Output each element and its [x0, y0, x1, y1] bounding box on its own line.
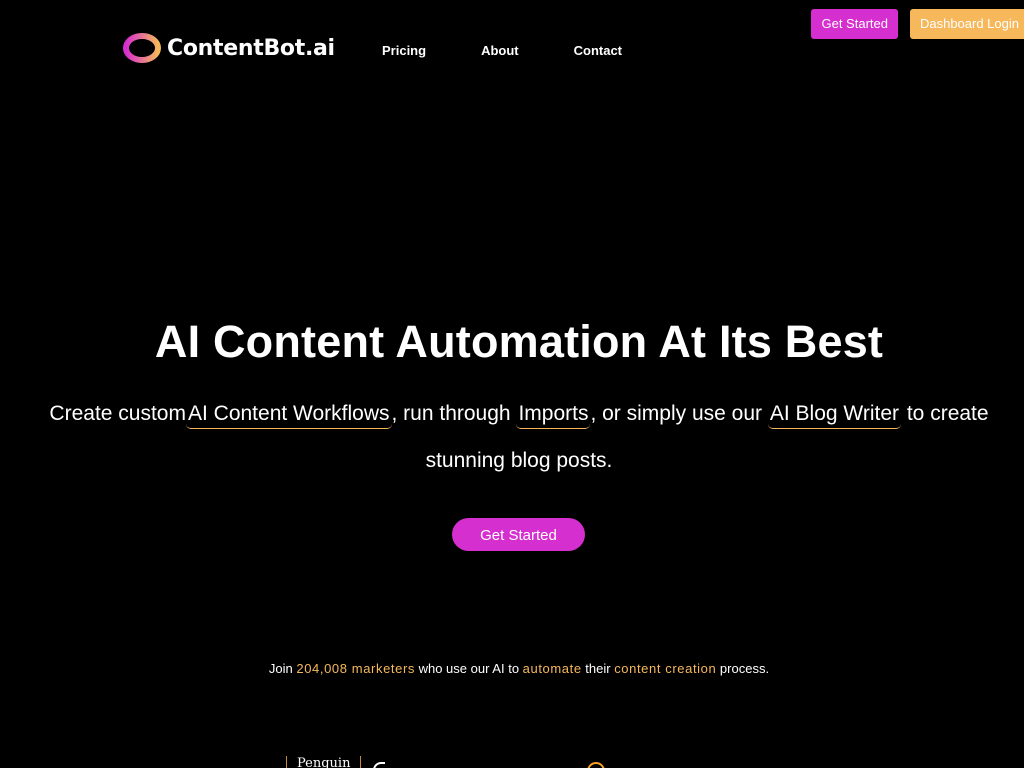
social-proof-text-1: Join [268, 661, 297, 676]
hero-get-started-button[interactable]: Get Started [452, 518, 585, 551]
landing-page: ContentBot.ai Pricing About Contact Get … [0, 0, 1024, 768]
dashboard-login-button[interactable]: Dashboard Login [909, 9, 1024, 39]
hero-subtitle-text-2: , run through [391, 402, 517, 425]
link-ai-blog-writer[interactable]: AI Blog Writer [767, 401, 902, 429]
penguin-logo: Penguin [286, 756, 362, 768]
client-logos: Penguin [0, 752, 1024, 768]
highlight-automate: automate [522, 661, 582, 676]
hero-subtitle-text-3: , or simply use our [590, 402, 768, 425]
client-logo-ring-icon [587, 762, 605, 768]
header-get-started-button[interactable]: Get Started [811, 9, 898, 39]
social-proof-text-4: process. [716, 661, 770, 676]
hero-title: AI Content Automation At Its Best [154, 316, 884, 367]
link-ai-content-workflows[interactable]: AI Content Workflows [185, 401, 392, 429]
social-proof-text-3: their [581, 661, 615, 676]
nav-link-about[interactable]: About [481, 43, 519, 59]
link-imports[interactable]: Imports [516, 401, 591, 429]
client-logo-swoosh-icon [373, 762, 385, 768]
social-proof-text-2: who use our AI to [414, 661, 523, 676]
nav-link-pricing[interactable]: Pricing [382, 43, 426, 59]
nav-link-contact[interactable]: Contact [574, 43, 622, 59]
marketer-count: 204,008 marketers [296, 661, 415, 676]
main-nav: Pricing About Contact [382, 43, 622, 59]
hero-subtitle: Create customAI Content Workflows, run t… [40, 390, 998, 484]
header-actions: Get Started Dashboard Login [811, 9, 1024, 39]
brand-ring-icon [123, 33, 161, 63]
brand-logo[interactable]: ContentBot.ai [122, 32, 335, 64]
brand-name: ContentBot.ai [167, 35, 335, 61]
highlight-content-creation: content creation [614, 661, 717, 676]
hero-subtitle-text-1: Create custom [49, 402, 186, 425]
social-proof-text: Join 204,008 marketers who use our AI to… [0, 660, 1024, 678]
